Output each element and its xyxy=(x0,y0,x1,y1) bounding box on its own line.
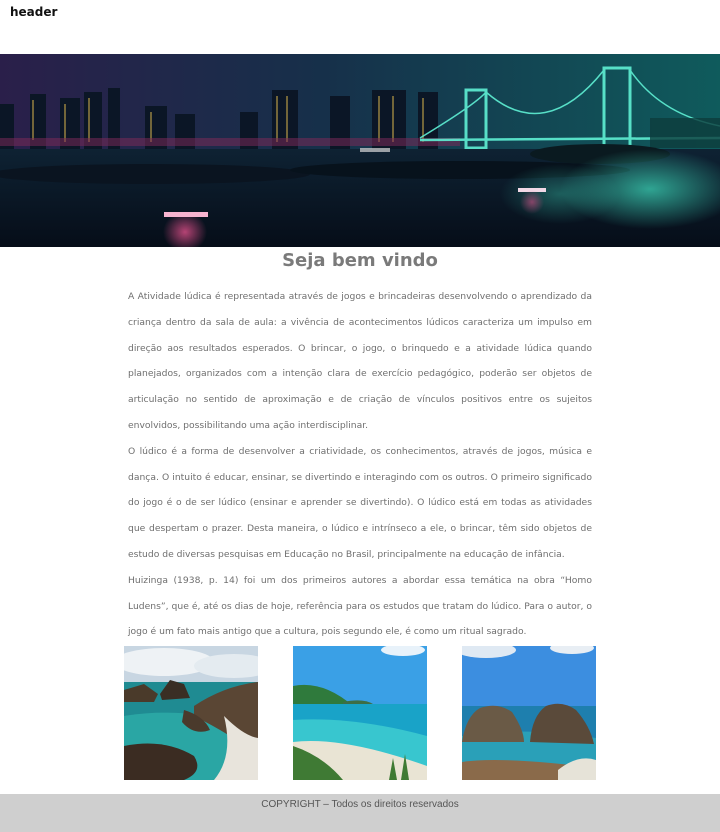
beach-photo-2 xyxy=(293,646,427,780)
main-text: A Atividade lúdica é representada atravé… xyxy=(128,284,592,645)
header-label: header xyxy=(10,5,58,19)
photo-gallery xyxy=(0,646,720,780)
beach-photo-3 xyxy=(462,646,596,780)
paragraph-1: A Atividade lúdica é representada atravé… xyxy=(128,291,592,431)
paragraph-2: O lúdico é a forma de desenvolver a cria… xyxy=(128,445,592,560)
beach-photo-1 xyxy=(124,646,258,780)
header-bar: header xyxy=(0,0,720,54)
footer: COPYRIGHT – Todos os direitos reservados xyxy=(0,794,720,832)
paragraph-3: Huizinga (1938, p. 14) foi um dos primei… xyxy=(128,574,592,638)
welcome-title: Seja bem vindo xyxy=(282,250,438,271)
city-banner-image xyxy=(0,54,720,247)
copyright-text: COPYRIGHT – Todos os direitos reservados xyxy=(261,799,459,810)
